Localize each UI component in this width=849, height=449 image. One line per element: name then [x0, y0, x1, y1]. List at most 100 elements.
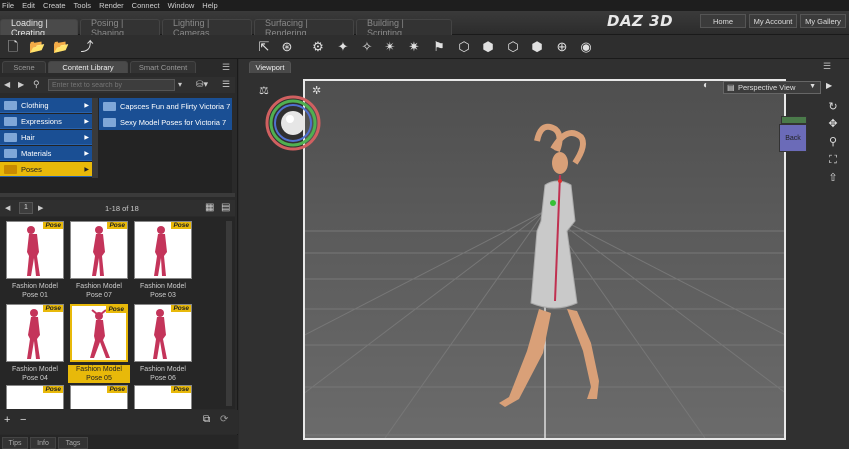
tab-content-library[interactable]: Content Library [48, 61, 128, 73]
tab-lighting-cameras[interactable]: Lighting | Cameras [162, 18, 252, 38]
view-options-icon[interactable]: ⛁▾ [196, 79, 218, 91]
menu-edit[interactable]: Edit [22, 1, 35, 10]
folder-poses[interactable]: Poses ▶ [0, 162, 92, 177]
shading-mode-icon[interactable]: ◐ [703, 80, 709, 91]
menu-render[interactable]: Render [99, 1, 124, 10]
page-number-field[interactable]: 1 [19, 202, 33, 214]
viewport-options-icon[interactable]: ▶ [826, 81, 832, 90]
thumb-pose-partial-3[interactable]: Pose [134, 385, 192, 409]
orbit-icon[interactable]: ↻ [826, 100, 840, 114]
pan-icon[interactable]: ✥ [826, 117, 840, 131]
list-menu-icon[interactable]: ☰ [222, 79, 230, 90]
thumbnail-scrollbar[interactable] [226, 221, 232, 406]
thumb-label-selected: Fashion Model Pose 05 [68, 365, 130, 383]
cube-tool-icon[interactable]: ⬢ [529, 39, 545, 55]
viewport-canvas[interactable] [303, 79, 786, 440]
copy-icon[interactable]: ⧉ [203, 414, 210, 425]
menu-create[interactable]: Create [43, 1, 66, 10]
view-selector[interactable]: ▤ Perspective View ▼ [723, 81, 821, 94]
rotation-gizmo[interactable] [265, 95, 321, 151]
universal-tool-icon[interactable]: ✦ [335, 39, 351, 55]
my-gallery-button[interactable]: My Gallery [800, 14, 846, 28]
tab-tags[interactable]: Tags [58, 437, 88, 449]
folder-hair[interactable]: Hair ▶ [0, 130, 92, 145]
folder-clothing[interactable]: Clothing ▶ [0, 98, 92, 113]
thumb-pose-03[interactable]: Pose [134, 221, 192, 279]
light-toggle-icon[interactable]: ⚖ [259, 84, 269, 97]
tab-smart-content[interactable]: Smart Content [130, 61, 196, 73]
forward-arrow-icon[interactable]: ▶ [18, 80, 24, 89]
subfolder-sexy-model-poses[interactable]: Sexy Model Poses for Victoria 7 [99, 114, 232, 130]
merge-file-icon[interactable]: 📂 [53, 39, 69, 55]
panel-menu-icon[interactable]: ☰ [222, 62, 230, 73]
thumb-pose-05[interactable]: Pose [70, 304, 128, 362]
my-account-button[interactable]: My Account [749, 14, 797, 28]
pose-badge: Pose [171, 386, 191, 393]
rotate-tool-icon[interactable]: ✴ [382, 39, 398, 55]
reset-view-icon[interactable]: ⇧ [826, 171, 840, 185]
surface-tool-icon[interactable]: ⬡ [505, 39, 521, 55]
render-settings-icon[interactable]: ◉ [578, 39, 594, 55]
add-icon[interactable]: + [4, 414, 10, 426]
next-page-icon[interactable]: ▶ [38, 204, 43, 212]
folder-icon [4, 132, 17, 142]
menu-window[interactable]: Window [168, 1, 195, 10]
remove-icon[interactable]: − [20, 414, 26, 426]
back-arrow-icon[interactable]: ◀ [4, 80, 10, 89]
new-file-icon[interactable]: 🗋 [5, 39, 21, 55]
thumb-pose-partial-2[interactable]: Pose [70, 385, 128, 409]
folder-materials[interactable]: Materials ▶ [0, 146, 92, 161]
folder-label: Hair [21, 132, 35, 142]
menu-help[interactable]: Help [202, 1, 217, 10]
thumb-pose-01[interactable]: Pose [6, 221, 64, 279]
scene-tool-icon[interactable]: ⚙ [310, 39, 326, 55]
grid-view-icon[interactable]: ▦ [205, 202, 214, 213]
tab-posing-shaping[interactable]: Posing | Shaping [80, 18, 160, 38]
folder-expressions[interactable]: Expressions ▶ [0, 114, 92, 129]
viewport-menu-icon[interactable]: ☰ [823, 61, 831, 72]
pose-figure-icon [153, 309, 167, 359]
tab-scene[interactable]: Scene [2, 61, 46, 73]
view-cube[interactable]: Back [777, 116, 809, 154]
select-tool-icon[interactable]: ⇱ [256, 39, 272, 55]
menu-tools[interactable]: Tools [74, 1, 92, 10]
tab-viewport[interactable]: Viewport [249, 61, 291, 73]
save-icon[interactable]: ⤴ [79, 39, 95, 55]
frame-icon[interactable]: ⛶ [826, 153, 840, 167]
tab-tips[interactable]: Tips [2, 437, 28, 449]
thumb-pose-04[interactable]: Pose [6, 304, 64, 362]
tab-surfacing-rendering[interactable]: Surfacing | Rendering [254, 18, 354, 38]
zoom-icon[interactable]: ⚲ [826, 135, 840, 149]
search-options-icon[interactable]: ⚲ [33, 79, 40, 90]
prev-page-icon[interactable]: ◀ [5, 204, 10, 212]
camera-toggle-icon[interactable]: ✲ [312, 84, 321, 97]
node-select-icon[interactable]: ⊛ [279, 39, 295, 55]
subfolder-label: Capsces Fun and Flirty Victoria 7 [120, 101, 231, 111]
tab-building-scripting[interactable]: Building | Scripting [356, 18, 452, 38]
home-button[interactable]: Home [700, 14, 746, 28]
translate-tool-icon[interactable]: ✧ [359, 39, 375, 55]
pose-badge: Pose [106, 306, 126, 313]
folder-scrollbar[interactable] [92, 98, 98, 178]
thumb-pose-partial-1[interactable]: Pose [6, 385, 64, 409]
search-input[interactable] [48, 79, 175, 91]
thumb-pose-06[interactable]: Pose [134, 304, 192, 362]
pose-figure-icon [27, 226, 40, 276]
tab-loading-creating[interactable]: Loading | Creating [0, 18, 78, 38]
open-file-icon[interactable]: 📂 [29, 39, 45, 55]
spot-render-icon[interactable]: ⊕ [554, 39, 570, 55]
subfolder-capsces-fun-flirty[interactable]: Capsces Fun and Flirty Victoria 7 [99, 98, 232, 114]
joint-editor-icon[interactable]: ⚑ [431, 39, 447, 55]
thumb-pose-07[interactable]: Pose [70, 221, 128, 279]
menu-connect[interactable]: Connect [132, 1, 160, 10]
list-view-icon[interactable]: ▤ [221, 202, 230, 213]
menu-file[interactable]: File [2, 1, 14, 10]
region-tool-icon[interactable]: ⬢ [480, 39, 496, 55]
tab-info[interactable]: Info [30, 437, 56, 449]
search-dropdown-icon[interactable]: ▾ [178, 80, 182, 89]
scale-tool-icon[interactable]: ✷ [406, 39, 422, 55]
panel-splitter[interactable] [0, 193, 235, 197]
geometry-tool-icon[interactable]: ⬡ [456, 39, 472, 55]
thumb-label: Fashion Model Pose 07 [76, 283, 122, 299]
refresh-icon[interactable]: ⟳ [220, 414, 228, 425]
